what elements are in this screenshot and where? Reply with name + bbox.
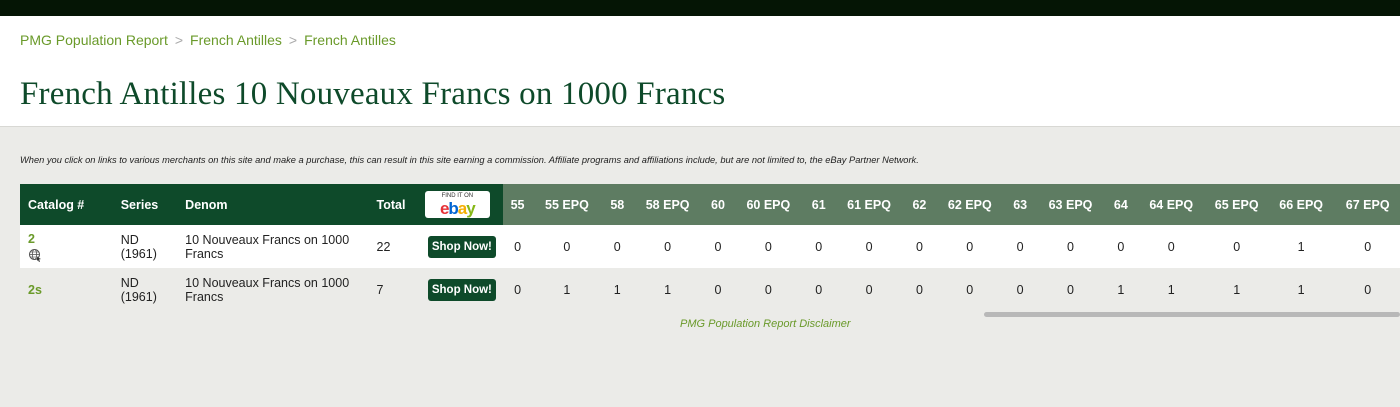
cell-grade-58: 0 xyxy=(602,225,633,268)
cell-grade-63-epq: 0 xyxy=(1035,225,1106,268)
cell-grade-61-epq: 0 xyxy=(833,225,905,268)
disclaimer-link[interactable]: PMG Population Report Disclaimer xyxy=(680,318,851,330)
cell-grade-60-epq: 0 xyxy=(733,268,804,311)
catalog-link[interactable]: 2s xyxy=(28,283,42,297)
cell-grade-67-epq: 0 xyxy=(1335,225,1400,268)
header-total[interactable]: Total xyxy=(376,184,419,225)
cell-grade-65-epq: 1 xyxy=(1206,268,1267,311)
cell-grade-55: 0 xyxy=(503,225,532,268)
series-year: (1961) xyxy=(120,246,157,261)
cell-grade-64: 0 xyxy=(1105,225,1136,268)
horizontal-scrollbar[interactable] xyxy=(984,312,1400,317)
cell-grade-61-epq: 0 xyxy=(833,268,905,311)
header-grade-63[interactable]: 63 xyxy=(1005,184,1036,225)
header-grade-64[interactable]: 64 xyxy=(1105,184,1136,225)
cell-grade-61: 0 xyxy=(803,268,834,311)
header-grade-63-epq[interactable]: 63 EPQ xyxy=(1035,184,1106,225)
breadcrumb: PMG Population Report > French Antilles > Fr… xyxy=(20,32,396,48)
cell-grade-58-epq: 0 xyxy=(632,225,703,268)
header-grade-65-epq[interactable]: 65 EPQ xyxy=(1206,184,1267,225)
breadcrumb-item-french-antilles[interactable]: French Antilles xyxy=(190,32,282,48)
cell-series: ND (1961) xyxy=(120,268,186,311)
ebay-wordmark: ebay xyxy=(439,199,476,218)
header-grade-62-epq[interactable]: 62 EPQ xyxy=(934,184,1006,225)
breadcrumb-item-pmg-population-report[interactable]: PMG Population Report xyxy=(20,32,168,48)
cell-grade-62-epq: 0 xyxy=(934,268,1006,311)
shop-now-button[interactable]: Shop Now! xyxy=(427,278,496,301)
header-series[interactable]: Series xyxy=(120,184,186,225)
table-row: 2 ND (1961) 10 Nouveaux Francs on 1000 Fr… xyxy=(20,225,1400,268)
header-grade-55[interactable]: 55 xyxy=(503,184,532,225)
cell-grade-55: 0 xyxy=(503,268,532,311)
ebay-logo: FIND IT ON ebay xyxy=(424,191,490,218)
series-name: ND xyxy=(120,275,139,290)
cell-grade-64-epq: 0 xyxy=(1135,225,1207,268)
header-grade-67-epq[interactable]: 67 EPQ xyxy=(1335,184,1400,225)
cell-catalog: 2s xyxy=(20,268,121,311)
cell-grade-63-epq: 0 xyxy=(1035,268,1106,311)
cell-grade-60: 0 xyxy=(702,268,734,311)
table-header-row: Catalog # Series Denom Total FIND IT ON … xyxy=(20,184,1400,225)
cell-grade-66-epq: 1 xyxy=(1266,268,1336,311)
series-year: (1961) xyxy=(120,289,157,304)
cell-grade-60: 0 xyxy=(702,225,734,268)
cell-total: 22 xyxy=(376,225,419,268)
cell-grade-62: 0 xyxy=(904,225,935,268)
breadcrumb-separator: > xyxy=(288,32,298,48)
cell-denom: 10 Nouveaux Francs on 1000 Francs xyxy=(185,268,377,311)
page-header: PMG Population Report > French Antilles > Fr… xyxy=(0,16,1400,127)
cell-grade-64: 1 xyxy=(1105,268,1136,311)
header-grade-58[interactable]: 58 xyxy=(602,184,633,225)
header-denom[interactable]: Denom xyxy=(185,184,377,225)
catalog-link[interactable]: 2 xyxy=(28,232,35,246)
cell-catalog: 2 xyxy=(20,225,121,268)
breadcrumb-separator: > xyxy=(174,32,184,48)
header-grade-58-epq[interactable]: 58 EPQ xyxy=(632,184,703,225)
header-ebay: FIND IT ON ebay xyxy=(418,184,504,225)
cell-grade-62: 0 xyxy=(904,268,935,311)
header-grade-66-epq[interactable]: 66 EPQ xyxy=(1266,184,1336,225)
cell-grade-58: 1 xyxy=(602,268,633,311)
cell-grade-60-epq: 0 xyxy=(733,225,804,268)
header-grade-64-epq[interactable]: 64 EPQ xyxy=(1135,184,1207,225)
cell-denom: 10 Nouveaux Francs on 1000 Francs xyxy=(185,225,377,268)
header-grade-55-epq[interactable]: 55 EPQ xyxy=(531,184,603,225)
population-table: Catalog # Series Denom Total FIND IT ON … xyxy=(20,184,1400,311)
affiliate-disclosure: When you click on links to various merch… xyxy=(20,155,919,165)
page-title: French Antilles 10 Nouveaux Francs on 10… xyxy=(20,76,726,112)
cell-grade-58-epq: 1 xyxy=(632,268,703,311)
shop-now-button[interactable]: Shop Now! xyxy=(427,235,496,258)
header-grade-60[interactable]: 60 xyxy=(702,184,734,225)
population-table-container[interactable]: Catalog # Series Denom Total FIND IT ON … xyxy=(20,184,1400,312)
header-grade-61-epq[interactable]: 61 EPQ xyxy=(833,184,905,225)
cell-shop: Shop Now! xyxy=(418,225,504,268)
cell-grade-64-epq: 1 xyxy=(1135,268,1207,311)
cell-grade-55-epq: 0 xyxy=(531,225,603,268)
globe-icon[interactable] xyxy=(28,248,42,262)
series-name: ND xyxy=(120,232,139,247)
cell-grade-66-epq: 1 xyxy=(1266,225,1336,268)
cell-grade-65-epq: 0 xyxy=(1206,225,1267,268)
cell-shop: Shop Now! xyxy=(418,268,504,311)
header-catalog[interactable]: Catalog # xyxy=(20,184,121,225)
breadcrumb-item-french-antilles-current[interactable]: French Antilles xyxy=(304,32,396,48)
cell-grade-62-epq: 0 xyxy=(934,225,1006,268)
top-bar xyxy=(0,0,1400,16)
cell-total: 7 xyxy=(376,268,419,311)
table-row: 2s ND (1961) 10 Nouveaux Francs on 1000 F… xyxy=(20,268,1400,311)
cell-grade-67-epq: 0 xyxy=(1335,268,1400,311)
header-grade-60-epq[interactable]: 60 EPQ xyxy=(733,184,804,225)
header-grade-62[interactable]: 62 xyxy=(904,184,935,225)
cell-grade-63: 0 xyxy=(1005,225,1036,268)
cell-grade-55-epq: 1 xyxy=(531,268,603,311)
cell-series: ND (1961) xyxy=(120,225,186,268)
cell-grade-61: 0 xyxy=(803,225,834,268)
header-grade-61[interactable]: 61 xyxy=(803,184,834,225)
cell-grade-63: 0 xyxy=(1005,268,1036,311)
